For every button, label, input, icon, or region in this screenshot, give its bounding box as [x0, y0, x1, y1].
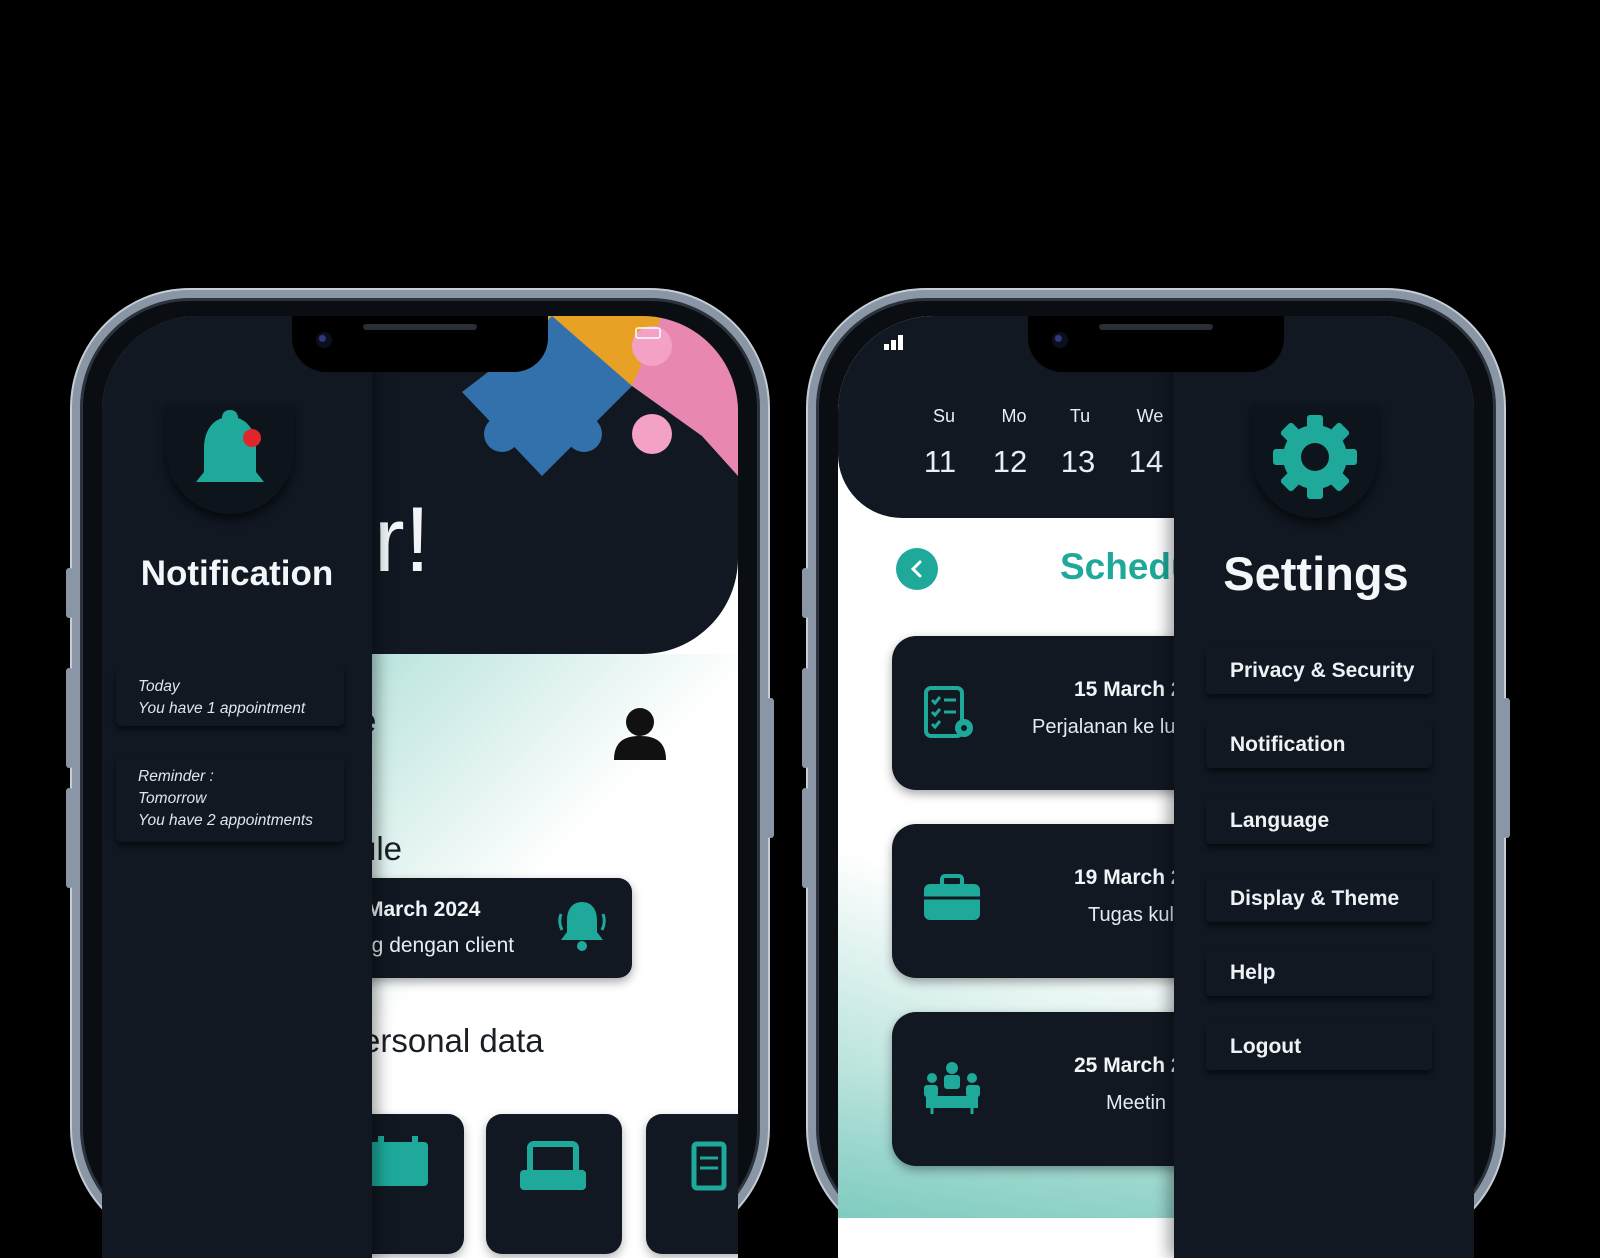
speaker: [1099, 324, 1213, 330]
notification-card-reminder[interactable]: Reminder : Tomorrow You have 2 appointme…: [116, 756, 344, 842]
chevron-left-icon: [910, 560, 922, 578]
notch: [292, 316, 548, 372]
volume-down-button: [802, 788, 809, 888]
volume-up-button: [66, 668, 73, 768]
menu-item-display-theme[interactable]: Display & Theme: [1206, 876, 1432, 922]
checklist-location-icon: [924, 686, 973, 738]
mute-switch: [802, 568, 809, 618]
home-screen: r! e ule March 2024 ng dengan client ers…: [102, 316, 738, 1258]
menu-item-logout[interactable]: Logout: [1206, 1024, 1432, 1070]
day-name-we: We: [1136, 406, 1164, 426]
volume-up-button: [802, 668, 809, 768]
phone-right: Su 11 Mo 12 Tu 13 We 14 Schedu 15 March …: [802, 290, 1510, 1258]
notification-card-heading: Reminder :: [138, 768, 214, 785]
day-number-14[interactable]: 14: [1118, 444, 1174, 480]
front-camera: [316, 332, 332, 348]
notification-card-subheading: Tomorrow: [138, 790, 207, 807]
notification-title: Notification: [140, 554, 334, 593]
clipboard-tile[interactable]: [646, 1114, 738, 1254]
bell-icon: [196, 410, 264, 482]
document-tile[interactable]: [486, 1114, 622, 1254]
schedule-card-description: ng dengan client: [360, 934, 515, 957]
settings-badge: [1252, 404, 1378, 518]
gear-icon: [1273, 415, 1357, 499]
schedule-item-date: 19 March 2: [1074, 866, 1183, 889]
notification-card-message: You have 1 appointment: [138, 700, 306, 717]
notification-drawer: Notification Today You have 1 appointmen…: [102, 316, 372, 1258]
day-number-12[interactable]: 12: [982, 444, 1038, 480]
speaker: [363, 324, 477, 330]
volume-down-button: [66, 788, 73, 888]
back-button[interactable]: [896, 548, 938, 590]
day-name-tu: Tu: [1069, 406, 1091, 426]
menu-item-language[interactable]: Language: [1206, 798, 1432, 844]
day-name-mo: Mo: [1001, 406, 1027, 426]
schedule-item-description: Perjalanan ke lu: [1032, 716, 1176, 738]
mute-switch: [66, 568, 73, 618]
schedule-item-date: 15 March 2: [1074, 678, 1183, 701]
greeting-text: r!: [374, 489, 431, 591]
schedule-item-description: Tugas kul: [1088, 904, 1174, 926]
document-icon: [520, 1141, 586, 1190]
menu-item-privacy-security[interactable]: Privacy & Security: [1206, 648, 1432, 694]
menu-item-notification[interactable]: Notification: [1206, 722, 1432, 768]
notch: [1028, 316, 1284, 372]
notification-card-today[interactable]: Today You have 1 appointment: [116, 666, 344, 726]
day-name-su: Su: [932, 406, 956, 426]
power-button: [1503, 698, 1510, 838]
notification-card-message: You have 2 appointments: [138, 812, 313, 829]
menu-item-help[interactable]: Help: [1206, 950, 1432, 996]
schedule-item-date: 25 March 2: [1074, 1054, 1183, 1077]
day-number-13[interactable]: 13: [1050, 444, 1106, 480]
phone-left: r! e ule March 2024 ng dengan client ers…: [66, 290, 774, 1258]
user-profile-icon[interactable]: [612, 706, 668, 762]
personal-data-section-label: ersonal data: [362, 1022, 544, 1059]
schedule-screen: Su 11 Mo 12 Tu 13 We 14 Schedu 15 March …: [838, 316, 1474, 1258]
notification-card-heading: Today: [138, 678, 180, 695]
settings-title: Settings: [1223, 547, 1409, 600]
clipboard-icon: [691, 1141, 727, 1191]
notification-badge: [166, 404, 294, 514]
settings-drawer: Settings Privacy & Security Notification…: [1174, 316, 1474, 1258]
briefcase-icon: [924, 874, 980, 920]
day-number-11[interactable]: 11: [912, 444, 968, 480]
front-camera: [1052, 332, 1068, 348]
meeting-icon: [924, 1062, 980, 1114]
signal-strength-icon: [884, 335, 903, 350]
bell-ringing-icon: [558, 902, 606, 951]
schedule-card-date: March 2024: [366, 898, 481, 921]
power-button: [767, 698, 774, 838]
schedule-item-description: Meetin: [1106, 1092, 1167, 1114]
